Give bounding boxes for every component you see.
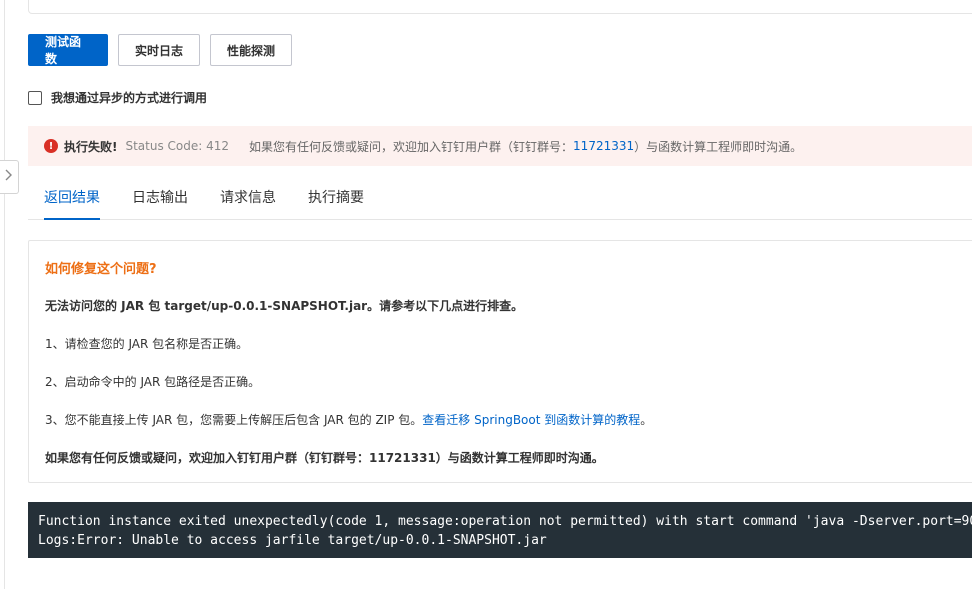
alert-message-prefix: 如果您有任何反馈或疑问，欢迎加入钉钉用户群（钉钉群号： [249, 139, 574, 154]
alert-status-code: Status Code: 412 [125, 139, 230, 153]
function-test-panel: 测试函数 实时日志 性能探测 我想通过异步的方式进行调用 ! 执行失败! Sta… [0, 0, 972, 589]
config-panel-bottom-edge [28, 0, 972, 14]
fix-step-2: 2、启动命令中的 JAR 包路径是否正确。 [45, 375, 261, 389]
error-icon: ! [44, 139, 58, 153]
action-toolbar: 测试函数 实时日志 性能探测 [28, 34, 292, 66]
error-alert: ! 执行失败! Status Code: 412 如果您有任何反馈或疑问，欢迎加… [28, 126, 972, 166]
console-line-2: Logs:Error: Unable to access jarfile tar… [38, 533, 547, 548]
fix-footer: 如果您有任何反馈或疑问，欢迎加入钉钉用户群（钉钉群号：11721331）与函数计… [45, 451, 604, 465]
fix-step-3-end: 。 [640, 413, 653, 427]
error-console: Function instance exited unexpectedly(co… [28, 502, 972, 558]
tab-request-info[interactable]: 请求信息 [204, 180, 292, 219]
fix-step-3: 3、您不能直接上传 JAR 包，您需要上传解压后包含 JAR 包的 ZIP 包。… [45, 411, 652, 428]
realtime-logs-button[interactable]: 实时日志 [118, 34, 200, 66]
async-invoke-label: 我想通过异步的方式进行调用 [51, 91, 208, 105]
fix-step-3-text: 3、您不能直接上传 JAR 包，您需要上传解压后包含 JAR 包的 ZIP 包。 [45, 413, 423, 427]
expand-sidebar-handle[interactable] [0, 160, 19, 194]
fix-intro: 无法访问您的 JAR 包 target/up-0.0.1-SNAPSHOT.ja… [45, 299, 524, 313]
chevron-right-icon [5, 169, 13, 185]
console-line-1: Function instance exited unexpectedly(co… [38, 514, 972, 529]
tab-log-output[interactable]: 日志输出 [116, 180, 204, 219]
performance-probe-button[interactable]: 性能探测 [210, 34, 292, 66]
springboot-migration-tutorial-link[interactable]: 查看迁移 SpringBoot 到函数计算的教程 [422, 413, 640, 427]
async-invoke-checkbox[interactable] [28, 90, 42, 105]
fix-suggestion-title: 如何修复这个问题? [45, 262, 157, 277]
tab-return-result[interactable]: 返回结果 [28, 180, 116, 220]
async-invoke-option[interactable]: 我想通过异步的方式进行调用 [28, 89, 207, 106]
fix-suggestion-box: 如何修复这个问题? 无法访问您的 JAR 包 target/up-0.0.1-S… [28, 240, 972, 483]
alert-message-suffix: ）与函数计算工程师即时沟通。 [634, 139, 803, 154]
alert-title: 执行失败! [64, 139, 118, 154]
dingtalk-group-link[interactable]: 11721331 [573, 139, 634, 153]
left-divider [4, 0, 5, 589]
fix-step-1: 1、请检查您的 JAR 包名称是否正确。 [45, 337, 249, 351]
test-function-button[interactable]: 测试函数 [28, 34, 108, 66]
result-tabs: 返回结果 日志输出 请求信息 执行摘要 [28, 180, 972, 220]
tab-execution-summary[interactable]: 执行摘要 [292, 180, 380, 219]
